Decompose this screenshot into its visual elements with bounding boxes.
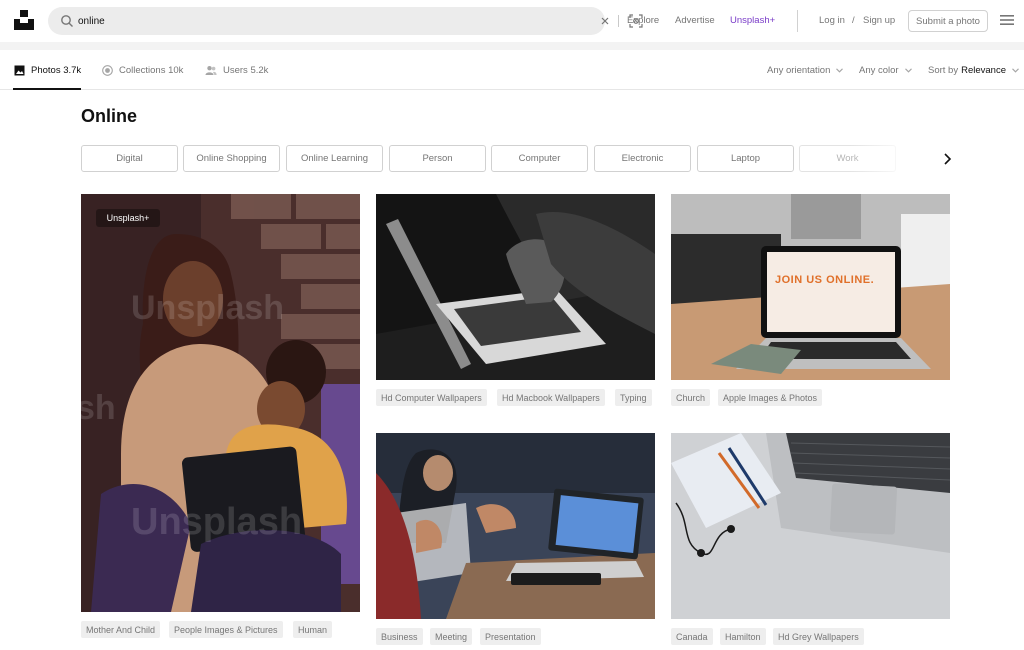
related-chip[interactable]: Laptop <box>697 145 794 172</box>
nav-explore[interactable]: Explore <box>627 15 659 26</box>
tab-users[interactable]: Users 5.2k <box>205 65 268 76</box>
chevron-down-icon <box>836 68 844 73</box>
search-tabs: Photos 3.7k Collections 10k Users 5.2k A… <box>0 50 1024 90</box>
related-chip[interactable]: Digital <box>81 145 178 172</box>
related-chip[interactable]: Computer <box>491 145 588 172</box>
tab-photos[interactable]: Photos 3.7k <box>14 65 81 76</box>
photo-business-meeting-image <box>376 433 655 619</box>
photo-tag[interactable]: Church <box>671 389 711 406</box>
photo-tag[interactable]: Typing <box>615 389 652 406</box>
tab-collections-label: Collections 10k <box>119 65 184 76</box>
related-chip[interactable]: Online Learning <box>286 145 383 172</box>
photo-tag[interactable]: Hd Grey Wallpapers <box>773 628 864 645</box>
unsplash-plus-badge: Unsplash+ <box>96 209 160 227</box>
menu-icon[interactable] <box>1000 14 1014 26</box>
chevron-down-icon <box>1012 68 1019 73</box>
photo-tag[interactable]: Mother And Child <box>81 621 161 638</box>
related-chip[interactable]: Electronic <box>594 145 691 172</box>
tab-users-label: Users 5.2k <box>223 65 269 76</box>
users-icon <box>205 66 217 75</box>
nav-advertise[interactable]: Advertise <box>675 15 715 26</box>
photo-desk-flatlay[interactable] <box>671 433 950 619</box>
photo-laptop-typing-image <box>376 194 655 380</box>
search-input[interactable] <box>78 11 538 31</box>
photo-tag[interactable]: Business <box>376 628 423 645</box>
chevron-down-icon <box>904 68 912 73</box>
sort-prefix: Sort by <box>928 65 959 76</box>
header-band <box>0 42 1024 50</box>
svg-text:Unsplash: Unsplash <box>131 289 284 327</box>
photo-tag[interactable]: Canada <box>671 628 713 645</box>
chips-fade-overlay <box>850 140 930 176</box>
chevron-right-icon[interactable] <box>938 150 956 168</box>
photo-tag[interactable]: Meeting <box>430 628 473 645</box>
photo-join-us-online[interactable]: JOIN US ONLINE. <box>671 194 950 380</box>
photo-icon <box>14 65 25 76</box>
color-filter-label: Any color <box>859 65 899 76</box>
auth-slash: / <box>852 15 855 26</box>
photo-tag[interactable]: Hd Computer Wallpapers <box>376 389 487 406</box>
search-icon[interactable] <box>60 14 74 28</box>
page-title: Online <box>81 106 138 126</box>
photo-mother-child[interactable]: Unsplash Unsplash sh <box>81 194 360 612</box>
search-bar <box>48 7 643 35</box>
signup-link[interactable]: Sign up <box>863 15 895 26</box>
photo-tag[interactable]: Hamilton <box>720 628 766 645</box>
photo-mother-child-image: Unsplash Unsplash sh <box>81 194 360 612</box>
photo-desk-flatlay-image <box>671 433 950 619</box>
related-chip[interactable]: Person <box>389 145 486 172</box>
login-link[interactable]: Log in <box>819 15 845 26</box>
sort-filter[interactable]: Sort by Relevance <box>928 65 1019 76</box>
search-divider <box>618 15 619 27</box>
unsplash-logo[interactable] <box>13 9 35 31</box>
nav-separator <box>797 10 798 32</box>
clear-icon[interactable] <box>598 14 612 28</box>
active-tab-indicator <box>13 88 81 90</box>
collection-icon <box>102 65 113 76</box>
nav-unsplash-plus[interactable]: Unsplash+ <box>730 15 775 26</box>
photo-tag[interactable]: Hd Macbook Wallpapers <box>497 389 605 406</box>
photo-business-meeting[interactable] <box>376 433 655 619</box>
related-chip[interactable]: Online Shopping <box>183 145 280 172</box>
photo-tag[interactable]: People Images & Pictures <box>169 621 283 638</box>
submit-photo-button[interactable]: Submit a photo <box>908 10 988 32</box>
laptop-screen-text: JOIN US ONLINE. <box>775 274 875 286</box>
photo-laptop-typing[interactable] <box>376 194 655 380</box>
color-filter[interactable]: Any color <box>859 65 912 76</box>
photo-tag[interactable]: Apple Images & Photos <box>718 389 823 406</box>
tab-photos-label: Photos 3.7k <box>31 65 82 76</box>
top-header: Explore Advertise Unsplash+ Log in / Sig… <box>0 0 1024 42</box>
photo-join-us-online-image <box>671 194 950 380</box>
tab-collections[interactable]: Collections 10k <box>102 65 183 76</box>
svg-text:Unsplash: Unsplash <box>131 501 302 543</box>
orientation-filter[interactable]: Any orientation <box>767 65 844 76</box>
svg-text:sh: sh <box>81 389 116 427</box>
orientation-filter-label: Any orientation <box>767 65 831 76</box>
sort-value: Relevance <box>961 65 1006 76</box>
photo-tag[interactable]: Presentation <box>480 628 541 645</box>
photo-tag[interactable]: Human <box>293 621 333 638</box>
